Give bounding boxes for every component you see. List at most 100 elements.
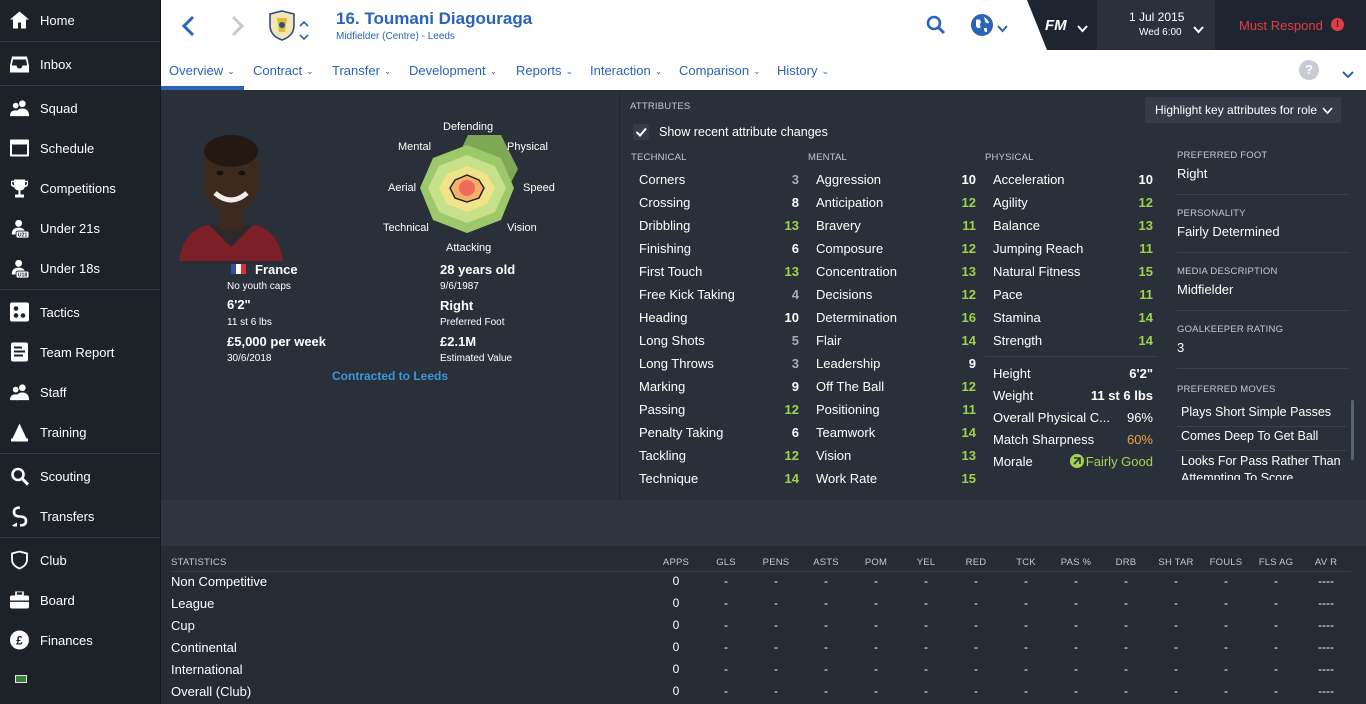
date-button[interactable]: 1 Jul 2015 Wed 6:00 bbox=[1097, 0, 1215, 50]
tab-interaction[interactable]: Interaction ⌄ bbox=[590, 63, 662, 78]
attribute-row[interactable]: Concentration 13 bbox=[816, 260, 976, 283]
stat-column-header[interactable]: FOULS bbox=[1201, 557, 1251, 568]
chevron-down-icon[interactable] bbox=[299, 28, 309, 46]
moves-scrollbar[interactable] bbox=[1351, 400, 1354, 460]
attribute-row[interactable]: Marking 9 bbox=[639, 375, 799, 398]
sidebar-item-squad[interactable]: Squad bbox=[0, 93, 160, 123]
attribute-row[interactable]: Pace 11 bbox=[993, 283, 1153, 306]
attribute-row[interactable]: Long Shots 5 bbox=[639, 329, 799, 352]
attribute-row[interactable]: Corners 3 bbox=[639, 168, 799, 191]
sidebar-item-schedule[interactable]: Schedule bbox=[0, 133, 160, 163]
attribute-row[interactable]: Determination 16 bbox=[816, 306, 976, 329]
forward-arrow-icon[interactable] bbox=[231, 15, 245, 42]
stat-column-header[interactable]: YEL bbox=[901, 557, 951, 568]
stat-row[interactable]: Continental 0- - - - - - - - - - - - ---- bbox=[171, 637, 1351, 659]
sidebar-item-club[interactable]: Club bbox=[0, 545, 160, 575]
stat-row[interactable]: Cup 0- - - - - - - - - - - - ---- bbox=[171, 615, 1351, 637]
stat-column-header[interactable]: APPS bbox=[651, 557, 701, 568]
attribute-row[interactable]: Agility 12 bbox=[993, 191, 1153, 214]
show-changes-checkbox[interactable] bbox=[633, 124, 649, 140]
attribute-row[interactable]: Free Kick Taking 4 bbox=[639, 283, 799, 306]
sidebar-item-under18s[interactable]: U18 Under 18s bbox=[0, 253, 160, 283]
stat-column-header[interactable]: AV R bbox=[1301, 557, 1351, 568]
chevron-down-icon[interactable] bbox=[997, 20, 1008, 38]
attribute-row[interactable]: Jumping Reach 11 bbox=[993, 237, 1153, 260]
sidebar-item-scouting[interactable]: Scouting bbox=[0, 461, 160, 491]
sidebar-item-tactics[interactable]: Tactics bbox=[0, 297, 160, 327]
attribute-row[interactable]: Technique 14 bbox=[639, 467, 799, 490]
sidebar-item-transfers[interactable]: Transfers bbox=[0, 501, 160, 531]
stat-row[interactable]: International 0- - - - - - - - - - - - ---- bbox=[171, 659, 1351, 681]
attribute-row[interactable]: Strength 14 bbox=[993, 329, 1153, 352]
sidebar-item-competitions[interactable]: Competitions bbox=[0, 173, 160, 203]
attribute-row[interactable]: Passing 12 bbox=[639, 398, 799, 421]
sidebar-item-team-report[interactable]: Team Report bbox=[0, 337, 160, 367]
stat-column-header[interactable]: TCK bbox=[1001, 557, 1051, 568]
attribute-row[interactable]: Crossing 8 bbox=[639, 191, 799, 214]
attribute-row[interactable]: Leadership 9 bbox=[816, 352, 976, 375]
fm-logo[interactable]: FM bbox=[1045, 17, 1067, 34]
stat-value: - bbox=[974, 596, 978, 610]
attribute-row[interactable]: Composure 12 bbox=[816, 237, 976, 260]
stat-column-header[interactable]: ASTS bbox=[801, 557, 851, 568]
attribute-row[interactable]: Natural Fitness 15 bbox=[993, 260, 1153, 283]
attribute-row[interactable]: Work Rate 15 bbox=[816, 467, 976, 490]
attribute-row[interactable]: Balance 13 bbox=[993, 214, 1153, 237]
attribute-row[interactable]: Vision 13 bbox=[816, 444, 976, 467]
tab-development[interactable]: Development ⌄ bbox=[409, 63, 497, 78]
attribute-row[interactable]: Flair 14 bbox=[816, 329, 976, 352]
attribute-row[interactable]: Finishing 6 bbox=[639, 237, 799, 260]
attribute-row[interactable]: Dribbling 13 bbox=[639, 214, 799, 237]
sidebar-item-finances[interactable]: £ Finances bbox=[0, 625, 160, 655]
attribute-row[interactable]: Anticipation 12 bbox=[816, 191, 976, 214]
attribute-row[interactable]: Bravery 11 bbox=[816, 214, 976, 237]
attribute-row[interactable]: Penalty Taking 6 bbox=[639, 421, 799, 444]
youth-caps: No youth caps bbox=[227, 281, 291, 292]
stat-row[interactable]: League 0- - - - - - - - - - - - ---- bbox=[171, 593, 1351, 615]
back-arrow-icon[interactable] bbox=[181, 15, 195, 42]
help-icon[interactable]: ? bbox=[1299, 60, 1319, 80]
sidebar-item-under21s[interactable]: U21 Under 21s bbox=[0, 213, 160, 243]
stat-column-header[interactable]: FLS AG bbox=[1251, 557, 1301, 568]
tab-history[interactable]: History ⌄ bbox=[777, 63, 829, 78]
stat-value: - bbox=[1174, 640, 1178, 654]
attribute-row[interactable]: Stamina 14 bbox=[993, 306, 1153, 329]
highlight-role-dropdown[interactable]: Highlight key attributes for role bbox=[1145, 97, 1341, 123]
stat-row[interactable]: Non Competitive 0- - - - - - - - - - - - ---- bbox=[171, 571, 1351, 593]
sidebar-item-inbox[interactable]: Inbox bbox=[0, 49, 160, 79]
must-respond-button[interactable]: Must Respond ! bbox=[1215, 0, 1366, 50]
attribute-row[interactable]: First Touch 13 bbox=[639, 260, 799, 283]
stat-column-header[interactable]: GLS bbox=[701, 557, 751, 568]
tab-comparison[interactable]: Comparison ⌄ bbox=[679, 63, 761, 78]
stat-column-header[interactable]: RED bbox=[951, 557, 1001, 568]
attribute-row[interactable]: Teamwork 14 bbox=[816, 421, 976, 444]
contracted-link[interactable]: Contracted to Leeds bbox=[332, 369, 448, 383]
chevron-down-icon[interactable] bbox=[1342, 66, 1354, 84]
club-crest-icon bbox=[269, 10, 295, 46]
stat-column-header[interactable]: POM bbox=[851, 557, 901, 568]
attribute-row[interactable]: Tackling 12 bbox=[639, 444, 799, 467]
attribute-row[interactable]: Long Throws 3 bbox=[639, 352, 799, 375]
sidebar-item-board[interactable]: Board bbox=[0, 585, 160, 615]
stat-column-header[interactable]: DRB bbox=[1101, 557, 1151, 568]
chevron-down-icon[interactable] bbox=[1077, 20, 1088, 38]
attribute-row[interactable]: Heading 10 bbox=[639, 306, 799, 329]
search-icon[interactable] bbox=[926, 15, 946, 40]
sidebar-item-staff[interactable]: Staff bbox=[0, 377, 160, 407]
sidebar-item-training[interactable]: Training bbox=[0, 417, 160, 447]
stat-column-header[interactable]: PAS % bbox=[1051, 557, 1101, 568]
attribute-row[interactable]: Aggression 10 bbox=[816, 168, 976, 191]
stat-column-header[interactable]: PENS bbox=[751, 557, 801, 568]
tab-transfer[interactable]: Transfer ⌄ bbox=[332, 63, 391, 78]
tab-overview[interactable]: Overview ⌄ bbox=[169, 63, 235, 78]
stat-column-header[interactable]: SH TAR bbox=[1151, 557, 1201, 568]
globe-icon[interactable] bbox=[970, 13, 994, 42]
sidebar-item-home[interactable]: Home bbox=[0, 5, 160, 35]
attribute-row[interactable]: Decisions 12 bbox=[816, 283, 976, 306]
attribute-row[interactable]: Acceleration 10 bbox=[993, 168, 1153, 191]
attribute-row[interactable]: Positioning 11 bbox=[816, 398, 976, 421]
tab-contract[interactable]: Contract ⌄ bbox=[253, 63, 314, 78]
stat-row[interactable]: Overall (Club) 0- - - - - - - - - - - - ---- bbox=[171, 681, 1351, 703]
tab-reports[interactable]: Reports ⌄ bbox=[516, 63, 573, 78]
attribute-row[interactable]: Off The Ball 12 bbox=[816, 375, 976, 398]
